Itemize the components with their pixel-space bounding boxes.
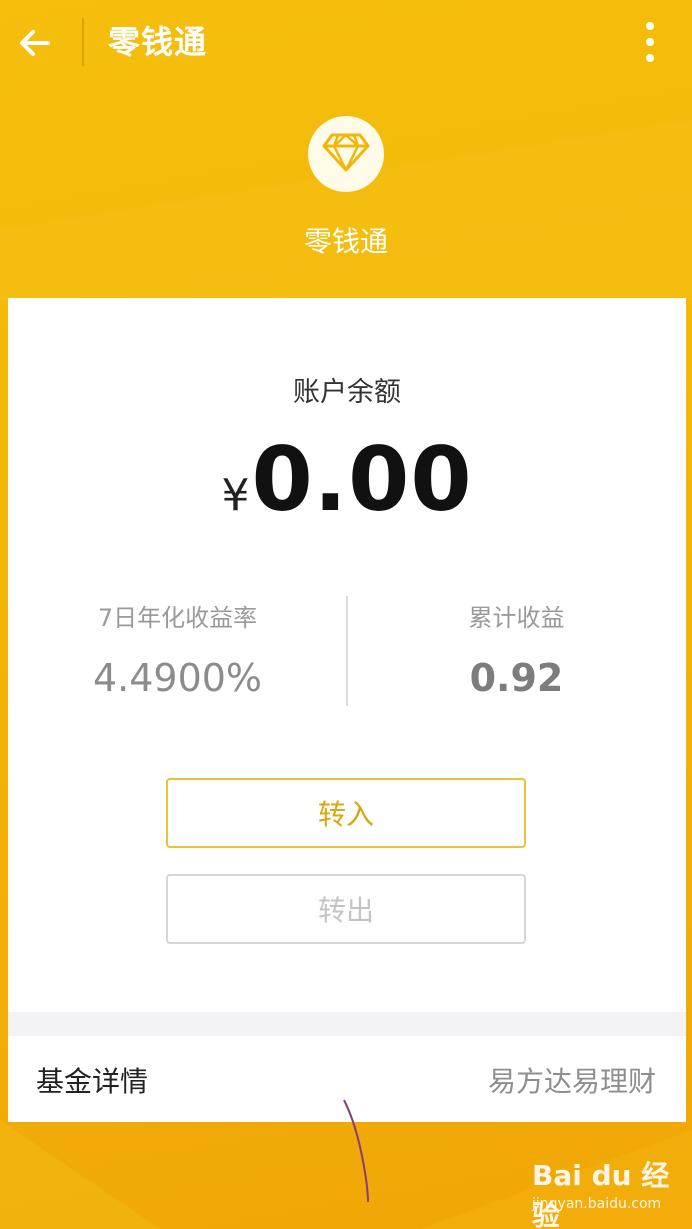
fund-details-row[interactable]: 基金详情 易方达易理财 bbox=[8, 1036, 686, 1122]
brand-badge bbox=[308, 116, 384, 192]
yield-label: 7日年化收益率 bbox=[97, 604, 258, 632]
fund-details-label: 基金详情 bbox=[36, 1065, 149, 1098]
watermark-url: jingyan.baidu.com bbox=[532, 1196, 662, 1212]
transfer-out-button[interactable]: 转出 bbox=[166, 874, 526, 944]
yield-value: 4.4900% bbox=[92, 656, 263, 700]
earnings-value: 0.92 bbox=[469, 656, 564, 700]
balance-label: 账户余额 bbox=[293, 377, 401, 408]
app-bar-divider bbox=[82, 18, 84, 66]
balance-amount-row: ¥ 0.00 bbox=[8, 428, 686, 531]
page-title: 零钱通 bbox=[108, 23, 208, 61]
arrow-left-icon[interactable] bbox=[14, 22, 56, 64]
app-bar: 零钱通 bbox=[0, 0, 692, 86]
diamond-icon bbox=[322, 132, 370, 176]
balance-amount: 0.00 bbox=[251, 428, 473, 531]
balance-card: 账户余额 ¥ 0.00 7日年化收益率 4.4900% 累计收益 0.92 转入… bbox=[8, 298, 686, 1122]
watermark-logo: Bai du 经验 bbox=[532, 1159, 670, 1229]
transfer-in-button[interactable]: 转入 bbox=[166, 778, 526, 848]
currency-symbol: ¥ bbox=[221, 470, 250, 521]
watermark: Bai du 经验 jingyan.baidu.com bbox=[532, 1150, 682, 1229]
brand-name: 零钱通 bbox=[303, 225, 388, 258]
fund-name: 易方达易理财 bbox=[487, 1065, 656, 1098]
earnings-label: 累计收益 bbox=[468, 604, 565, 632]
section-gap bbox=[8, 1012, 686, 1036]
more-vertical-icon[interactable] bbox=[636, 20, 664, 64]
